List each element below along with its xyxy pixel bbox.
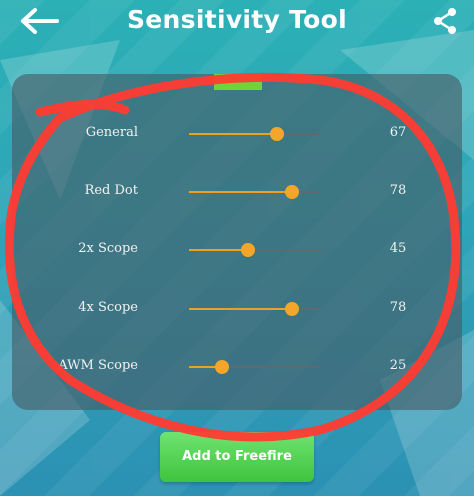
- page-title: Sensitivity Tool: [127, 5, 347, 34]
- slider-track[interactable]: [189, 185, 321, 199]
- slider-row: AWM Scope 25: [0, 352, 474, 382]
- slider-fill: [189, 308, 292, 310]
- slider-value: 67: [389, 125, 407, 140]
- slider-track[interactable]: [189, 360, 321, 374]
- slider-row: 2x Scope 45: [0, 235, 474, 265]
- slider-thumb[interactable]: [215, 360, 229, 374]
- slider-label: 2x Scope: [78, 241, 138, 256]
- slider-track[interactable]: [189, 127, 321, 141]
- slider-thumb[interactable]: [270, 127, 285, 141]
- panel-tab-indicator: [214, 74, 262, 90]
- slider-label: AWM Scope: [58, 358, 138, 373]
- slider-value: 78: [389, 183, 407, 198]
- share-icon[interactable]: [432, 7, 458, 35]
- slider-fill: [189, 133, 278, 135]
- slider-value: 25: [389, 358, 407, 373]
- slider-fill: [189, 191, 292, 193]
- slider-row: Red Dot 78: [0, 177, 474, 207]
- app-header: Sensitivity Tool: [0, 0, 474, 44]
- slider-track[interactable]: [189, 243, 321, 257]
- slider-label: Red Dot: [84, 183, 138, 198]
- slider-row: 4x Scope 78: [0, 294, 474, 324]
- slider-label: General: [85, 125, 138, 140]
- slider-value: 45: [389, 241, 407, 256]
- slider-label: 4x Scope: [78, 300, 138, 315]
- add-to-freefire-button[interactable]: Add to Freefire: [160, 432, 314, 482]
- slider-row: General 67: [0, 119, 474, 149]
- slider-fill: [189, 249, 249, 251]
- slider-thumb[interactable]: [284, 185, 299, 199]
- slider-value: 78: [389, 300, 407, 315]
- slider-track[interactable]: [189, 302, 321, 316]
- slider-thumb[interactable]: [241, 243, 256, 257]
- slider-thumb[interactable]: [284, 302, 299, 316]
